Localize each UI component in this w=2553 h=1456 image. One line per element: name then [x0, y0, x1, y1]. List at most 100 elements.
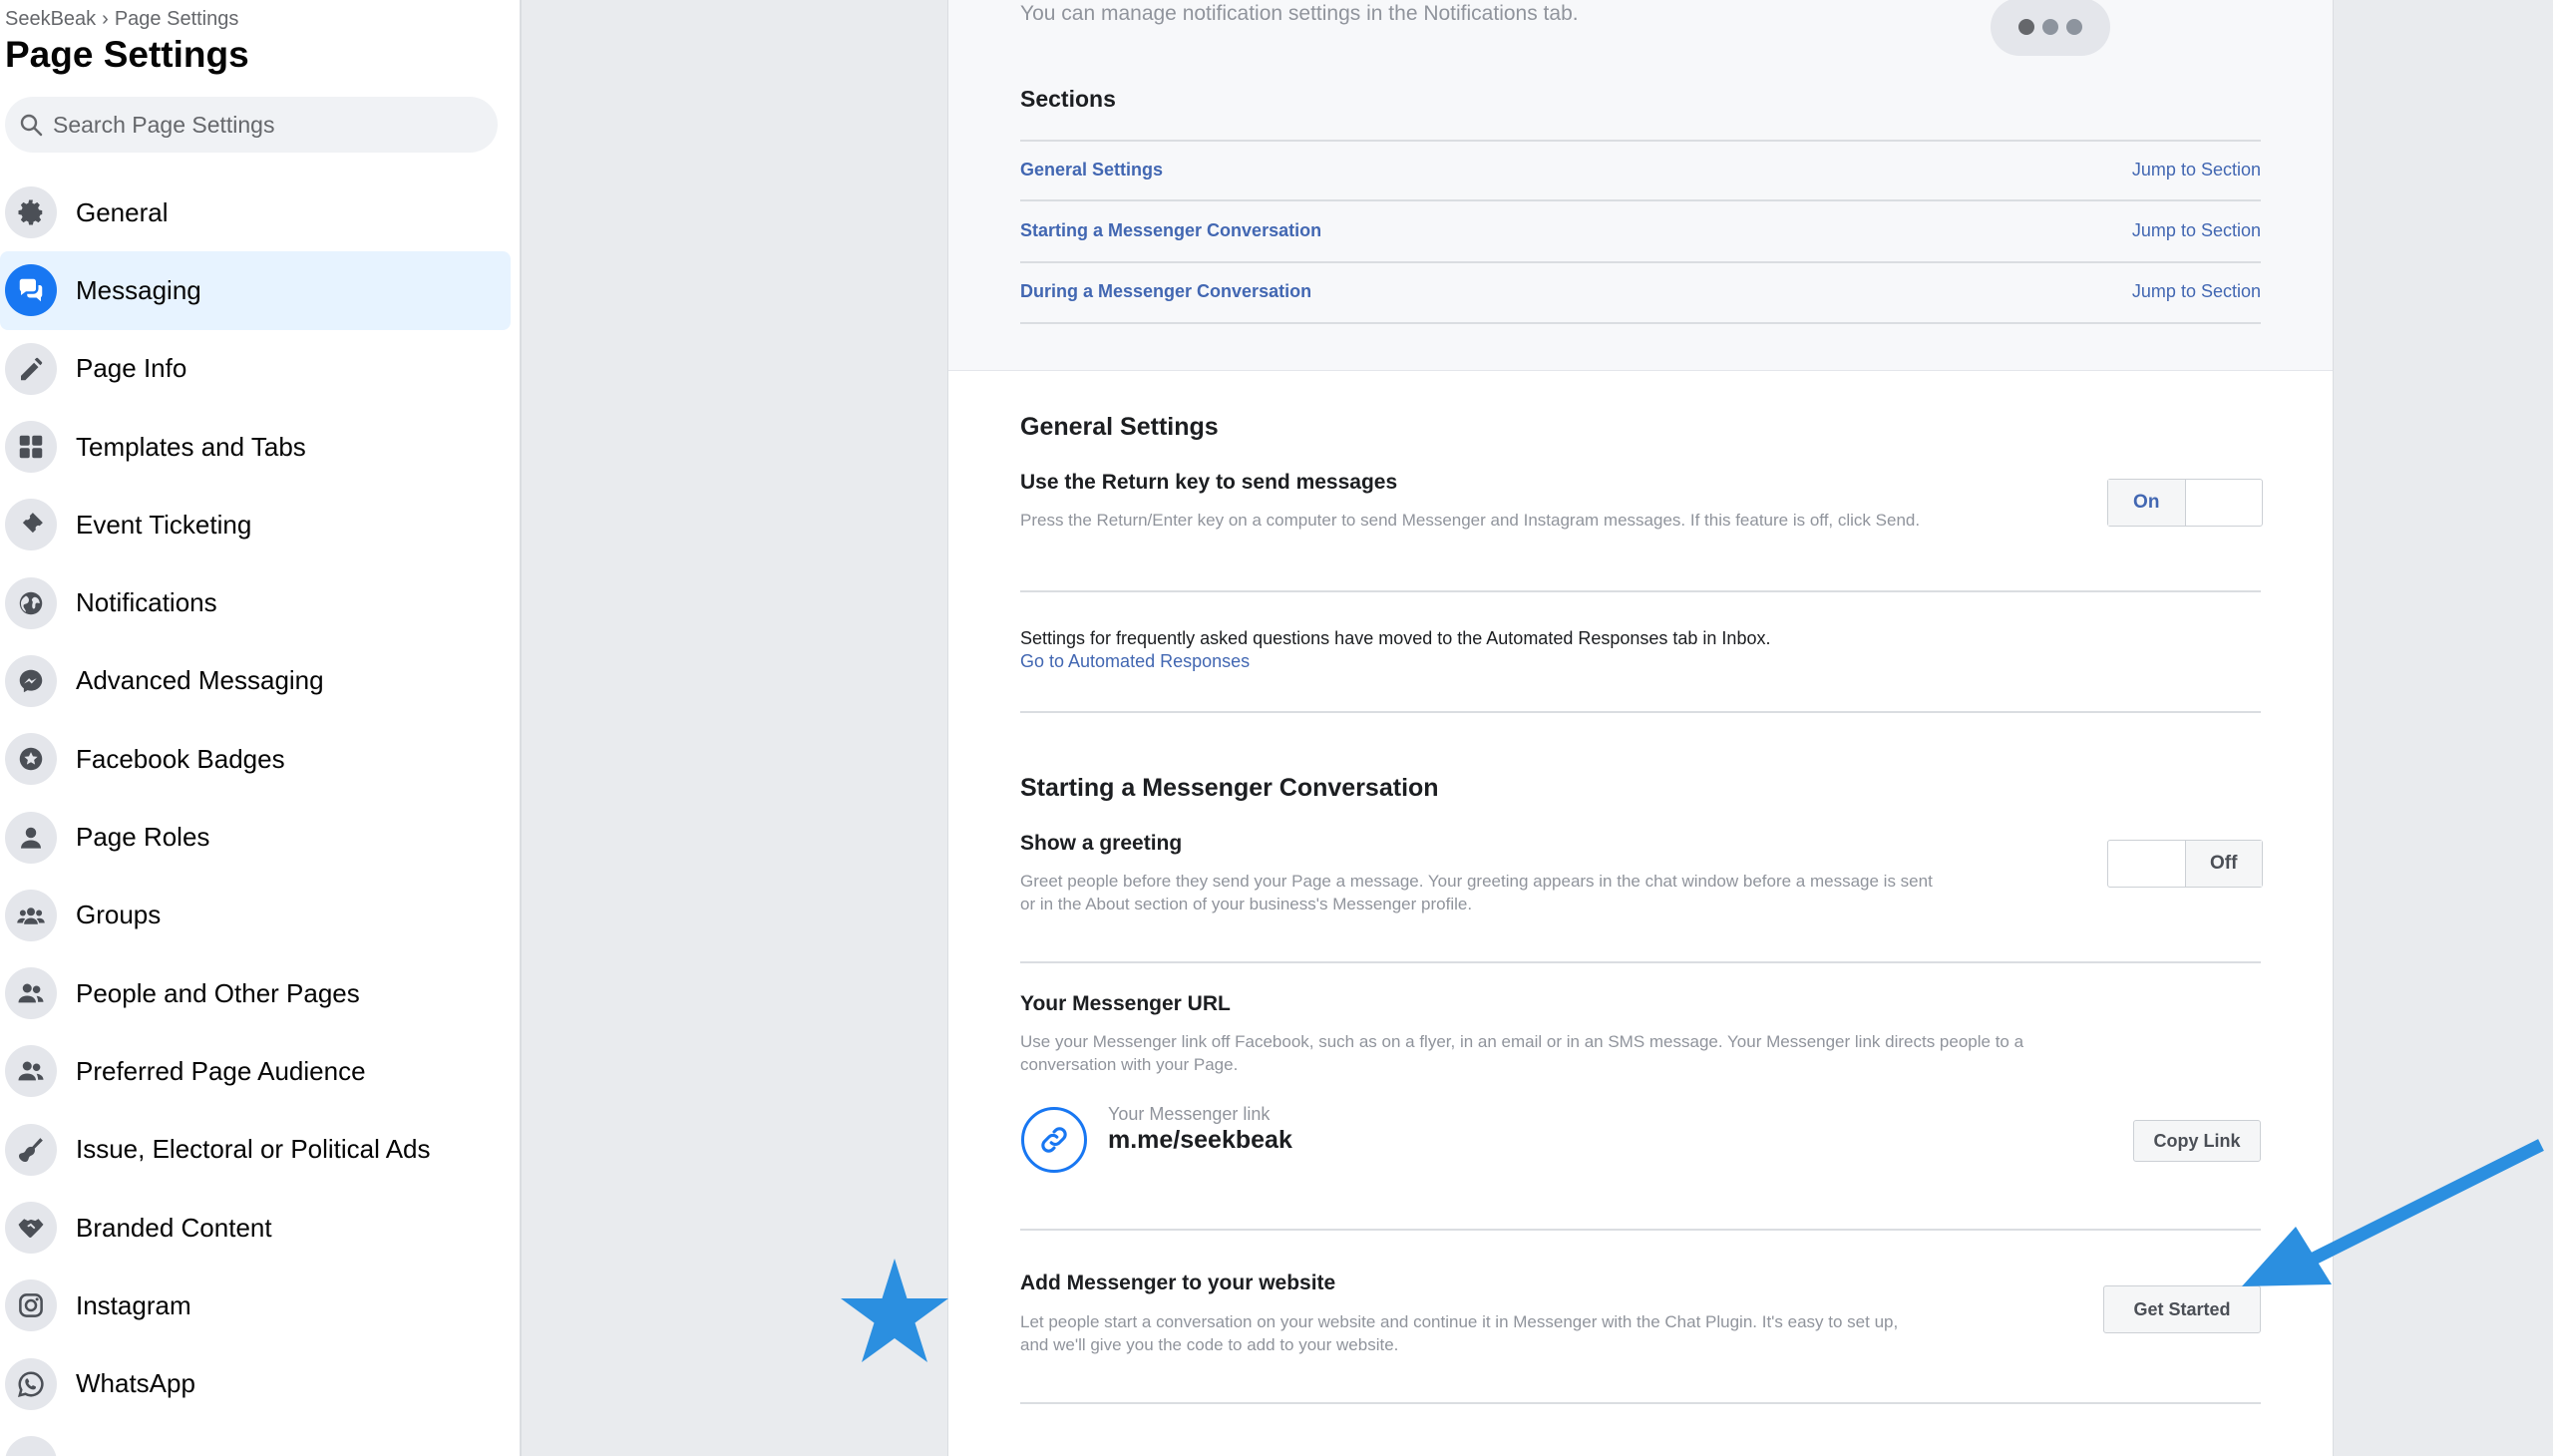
divider	[1020, 711, 2261, 713]
nav-label: People and Other Pages	[76, 977, 360, 1008]
greeting-description-line-1: Greet people before they send your Page …	[1020, 872, 1933, 891]
nav-item-political-ads[interactable]: Issue, Electoral or Political Ads	[0, 1111, 511, 1189]
messenger-url-description-line-1: Use your Messenger link off Facebook, su…	[1020, 1032, 2024, 1051]
jump-to-section-link[interactable]: Jump to Section	[2132, 220, 2261, 241]
ticket-icon	[5, 499, 57, 551]
star-marker	[841, 1259, 948, 1362]
nav-label: Page Info	[76, 353, 187, 384]
toggle-off-segment[interactable]	[2186, 480, 2263, 526]
breadcrumb-root[interactable]: SeekBeak	[5, 8, 96, 30]
nav-item-facebook-badges[interactable]: Facebook Badges	[0, 720, 511, 798]
search-input[interactable]	[53, 111, 472, 139]
add-messenger-description-line-2: and we'll give you the code to add to yo…	[1020, 1335, 1399, 1354]
dot-icon	[2042, 19, 2058, 35]
page-title: Page Settings	[5, 34, 249, 75]
jump-to-section-link[interactable]: Jump to Section	[2132, 281, 2261, 302]
nav-item-instagram[interactable]: Instagram	[0, 1267, 511, 1344]
nav-item-branded-content[interactable]: Branded Content	[0, 1189, 511, 1267]
nav-item-page-roles[interactable]: Page Roles	[0, 798, 511, 876]
sections-heading: Sections	[1020, 86, 1116, 112]
partial-icon	[5, 1435, 57, 1456]
handshake-icon	[5, 1202, 57, 1254]
jump-to-section-link[interactable]: Jump to Section	[2132, 160, 2261, 181]
toggle-off-label[interactable]: Off	[2184, 841, 2262, 887]
search-box[interactable]	[5, 97, 498, 153]
gear-icon	[5, 186, 57, 239]
messenger-icon	[5, 264, 57, 317]
breadcrumb: SeekBeak › Page Settings	[5, 8, 238, 31]
settings-nav: General Messaging Page Info Templates an…	[0, 174, 511, 1456]
faq-note: Settings for frequently asked questions …	[1020, 628, 1771, 648]
nav-label: Issue, Electoral or Political Ads	[76, 1134, 431, 1165]
section-link-general-settings[interactable]: General Settings	[1020, 160, 1163, 181]
nav-label: Preferred Page Audience	[76, 1055, 366, 1086]
messenger-link-caption: Your Messenger link	[1108, 1104, 1271, 1124]
nav-label: Messaging	[76, 274, 201, 305]
breadcrumb-separator: ›	[102, 8, 109, 30]
nav-item-page-info[interactable]: Page Info	[0, 330, 511, 408]
toggle-on-segment[interactable]	[2108, 841, 2185, 887]
divider	[1020, 199, 2261, 201]
person-icon	[5, 811, 57, 864]
nav-item-groups[interactable]: Groups	[0, 877, 511, 954]
nav-item-people-and-other-pages[interactable]: People and Other Pages	[0, 954, 511, 1032]
instagram-icon	[5, 1279, 57, 1332]
globe-icon	[5, 576, 57, 629]
whatsapp-icon	[5, 1357, 57, 1410]
search-icon	[20, 114, 43, 137]
add-messenger-description-line-1: Let people start a conversation on your …	[1020, 1312, 1899, 1331]
nav-item-partial[interactable]	[0, 1423, 511, 1456]
nav-item-preferred-page-audience[interactable]: Preferred Page Audience	[0, 1032, 511, 1110]
nav-item-templates-and-tabs[interactable]: Templates and Tabs	[0, 408, 511, 486]
nav-item-whatsapp[interactable]: WhatsApp	[0, 1344, 511, 1422]
arrow-marker	[2242, 1139, 2544, 1286]
messenger-link-value: m.me/seekbeak	[1108, 1126, 1292, 1154]
divider	[1020, 590, 2261, 592]
nav-item-advanced-messaging[interactable]: Advanced Messaging	[0, 642, 511, 720]
dot-icon	[2066, 19, 2082, 35]
nav-label: Instagram	[76, 1289, 191, 1320]
automated-responses-link[interactable]: Go to Automated Responses	[1020, 651, 1250, 672]
nav-label: Notifications	[76, 587, 217, 618]
divider	[1020, 261, 2261, 263]
nav-label: General	[76, 196, 169, 227]
divider	[1020, 961, 2261, 963]
group-icon	[5, 889, 57, 941]
nav-label: Branded Content	[76, 1212, 272, 1243]
greeting-toggle[interactable]: Off	[2107, 840, 2263, 888]
grid-icon	[5, 421, 57, 474]
nav-item-notifications[interactable]: Notifications	[0, 563, 511, 641]
nav-label: WhatsApp	[76, 1368, 195, 1399]
nav-label: Event Ticketing	[76, 509, 252, 540]
nav-item-event-ticketing[interactable]: Event Ticketing	[0, 486, 511, 563]
nav-item-general[interactable]: General	[0, 174, 511, 251]
greeting-title: Show a greeting	[1020, 832, 1183, 855]
return-key-title: Use the Return key to send messages	[1020, 471, 1398, 494]
section-link-during-conversation[interactable]: During a Messenger Conversation	[1020, 281, 1311, 302]
return-key-toggle[interactable]: On	[2107, 479, 2263, 527]
people-icon	[5, 967, 57, 1020]
divider	[1020, 322, 2261, 324]
nav-label: Advanced Messaging	[76, 665, 324, 696]
toggle-on-label[interactable]: On	[2108, 480, 2186, 526]
general-settings-heading: General Settings	[1020, 413, 1219, 441]
nav-label: Templates and Tabs	[76, 431, 306, 462]
divider	[1020, 1402, 2261, 1404]
breadcrumb-current: Page Settings	[114, 8, 239, 30]
messenger-url-description-line-2: conversation with your Page.	[1020, 1055, 1239, 1074]
nav-label: Groups	[76, 900, 162, 930]
starting-conversation-heading: Starting a Messenger Conversation	[1020, 774, 1439, 802]
divider	[1020, 1229, 2261, 1231]
more-options-button[interactable]	[1991, 0, 2110, 56]
return-key-description: Press the Return/Enter key on a computer…	[1020, 511, 1921, 530]
greeting-description-line-2: or in the About section of your business…	[1020, 895, 1473, 913]
notifications-note: You can manage notification settings in …	[1020, 2, 1579, 25]
section-link-starting-conversation[interactable]: Starting a Messenger Conversation	[1020, 220, 1321, 241]
settings-card: You can manage notification settings in …	[947, 0, 2334, 1456]
add-messenger-website-title: Add Messenger to your website	[1020, 1272, 1336, 1294]
divider	[1020, 140, 2261, 142]
pencil-icon	[5, 342, 57, 395]
badge-icon	[5, 733, 57, 786]
nav-item-messaging[interactable]: Messaging	[0, 251, 511, 330]
nav-label: Page Roles	[76, 822, 210, 853]
